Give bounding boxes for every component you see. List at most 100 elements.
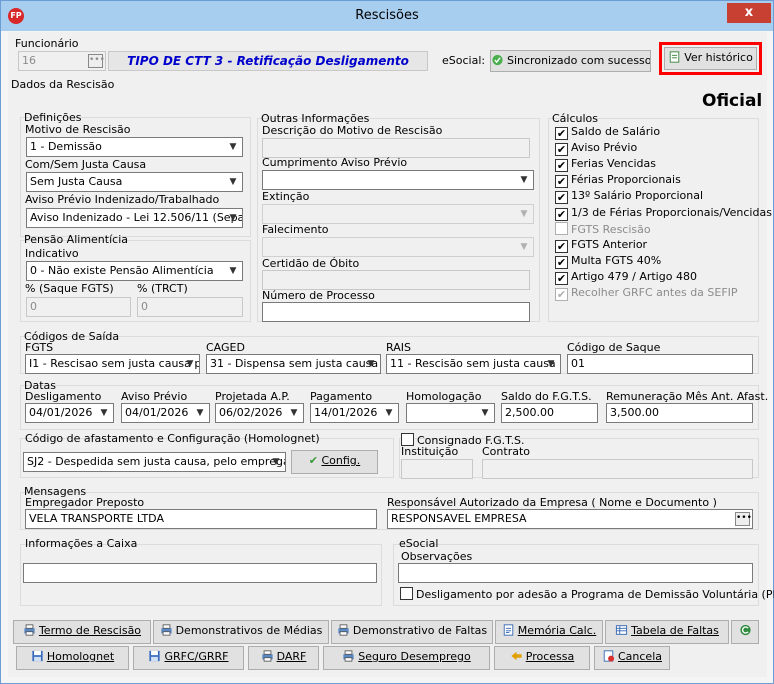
instituicao-label: Instituição — [401, 445, 459, 458]
checkbox-label: Ferias Vencidas — [571, 157, 657, 170]
chevron-down-icon: ▼ — [290, 408, 298, 418]
cumprimento-select[interactable]: ▼ — [262, 170, 534, 190]
motivo-value: 1 - Demissão — [30, 140, 102, 153]
justa-causa-select[interactable]: Sem Justa Causa ▼ — [26, 172, 243, 192]
seguro-desemprego-button[interactable]: Seguro Desemprego — [323, 646, 490, 670]
rais-value: 11 - Rescisão sem justa causa p — [390, 357, 561, 370]
indicativo-select[interactable]: 0 - Não existe Pensão Alimentícia ▼ — [26, 261, 243, 281]
fgts-code-select[interactable]: I1 - Rescisao sem justa causa pc ▼ — [25, 354, 200, 374]
refresh-button[interactable] — [731, 620, 759, 644]
homologacao-date-picker[interactable]: ▼ — [406, 403, 495, 423]
responsavel-lookup-button[interactable]: ••• — [735, 512, 752, 526]
pagamento-label: Pagamento — [310, 390, 373, 403]
memoria-calc-button[interactable]: Memória Calc. — [495, 620, 603, 644]
calc-multa-fgts-checkbox[interactable]: ✔ Multa FGTS 40% — [555, 254, 661, 269]
certidao-field[interactable] — [262, 270, 530, 290]
checkbox-box: ✔ — [555, 127, 568, 140]
aviso-label: Aviso Prévio Indenizado/Trabalhado — [25, 193, 220, 206]
saldo-fgts-field[interactable]: 2,500.00 — [501, 403, 598, 423]
motivo-label: Motivo de Rescisão — [25, 123, 131, 136]
title-bar[interactable]: FP Rescisões x — [1, 1, 773, 31]
calc-ferias-proporcionais-checkbox[interactable]: ✔ Férias Proporcionais — [555, 173, 681, 188]
termo-rescisao-text: Termo de Rescisão — [38, 624, 142, 637]
darf-button[interactable]: DARF — [248, 646, 319, 670]
config-button[interactable]: ✔ Config. — [291, 450, 378, 474]
calc-saldo-checkbox[interactable]: ✔ Saldo de Salário — [555, 125, 660, 140]
funcionario-lookup-button[interactable]: ••• — [88, 54, 105, 68]
desligamento-date-picker[interactable]: 04/01/2026 ▼ — [25, 403, 114, 423]
observacoes-field[interactable] — [398, 563, 753, 583]
descricao-field[interactable] — [262, 138, 530, 158]
calc-fgts-rescisao-checkbox[interactable]: FGTS Rescisão — [555, 222, 651, 237]
funcionario-field[interactable]: 16 ••• — [18, 51, 106, 71]
calc-fgts-anterior-checkbox[interactable]: ✔ FGTS Anterior — [555, 238, 647, 253]
falecimento-select[interactable]: ▼ — [262, 237, 534, 257]
homolognet-config-label: Código de afastamento e Configuração (Ho… — [25, 432, 320, 445]
pdv-checkbox[interactable]: Desligamento por adesão a Programa de De… — [400, 587, 774, 602]
trct-field[interactable]: 0 — [137, 297, 243, 317]
grfc-grrf-button[interactable]: GRFC/GRRF — [133, 646, 244, 670]
extincao-select[interactable]: ▼ — [262, 204, 534, 224]
codigo-afastamento-value: SJ2 - Despedida sem justa causa, pelo em… — [27, 455, 286, 468]
codigo-afastamento-select[interactable]: SJ2 - Despedida sem justa causa, pelo em… — [23, 452, 286, 472]
calc-aviso-checkbox[interactable]: ✔ Aviso Prévio — [555, 141, 637, 156]
codigo-saque-field[interactable]: 01 — [567, 354, 753, 374]
calc-ferias-vencidas-checkbox[interactable]: ✔ Ferias Vencidas — [555, 157, 656, 172]
aviso-select[interactable]: Aviso Indenizado - Lei 12.506/11 (Separ ▼ — [26, 208, 243, 228]
checkbox-label: Desligamento por adesão a Programa de De… — [416, 588, 774, 601]
refresh-icon — [739, 624, 751, 636]
chevron-down-icon: ▼ — [196, 408, 204, 418]
checkbox-label: Férias Proporcionais — [571, 173, 681, 186]
desligamento-label: Desligamento — [25, 390, 102, 403]
funcionario-value: 16 — [22, 54, 36, 67]
checkbox-box: ✔ — [555, 240, 568, 253]
chevron-down-icon: ▼ — [229, 213, 237, 223]
cancela-button[interactable]: Cancela — [594, 646, 670, 670]
remuneracao-field[interactable]: 3,500.00 — [606, 403, 753, 423]
projetada-date-picker[interactable]: 06/02/2026 ▼ — [215, 403, 304, 423]
dados-rescisao-label: Dados da Rescisão — [11, 78, 115, 91]
checkbox-label: Saldo de Salário — [571, 125, 661, 138]
processo-field[interactable] — [262, 302, 530, 322]
chevron-down-icon: ▼ — [520, 175, 528, 185]
demonstrativo-faltas-button[interactable]: Demonstrativo de Faltas — [331, 620, 493, 644]
calc-grfc-checkbox[interactable]: ✔ Recolher GRFC antes da SEFIP — [555, 286, 738, 301]
calculos-label: Cálculos — [552, 112, 599, 125]
homolognet-button[interactable]: Homolognet — [16, 646, 129, 670]
printer-icon — [343, 650, 354, 662]
ver-historico-button[interactable]: Ver histórico — [664, 47, 757, 70]
close-button[interactable]: x — [727, 3, 771, 23]
history-icon — [669, 51, 680, 63]
remuneracao-label: Remuneração Mês Ant. Afast. — [606, 390, 769, 403]
motivo-select[interactable]: 1 - Demissão ▼ — [26, 137, 243, 157]
sync-status-button[interactable]: Sincronizado com sucesso — [490, 50, 651, 72]
checkbox-box — [400, 587, 413, 600]
responsavel-value: RESPONSAVEL EMPRESA — [391, 512, 527, 525]
info-caixa-field[interactable] — [23, 563, 377, 583]
check-icon: ✔ — [308, 454, 318, 467]
checkbox-label: 1/3 de Férias Proporcionais/Vencidas — [571, 206, 772, 219]
demonstrativos-medias-button[interactable]: Demonstrativos de Médias — [153, 620, 329, 644]
checkbox-box: ✔ — [555, 175, 568, 188]
calc-um-terco-checkbox[interactable]: ✔ 1/3 de Férias Proporcionais/Vencidas — [555, 206, 772, 221]
sync-status-text: Sincronizado com sucesso — [507, 54, 651, 67]
pagamento-date-picker[interactable]: 14/01/2026 ▼ — [310, 403, 399, 423]
preposto-field[interactable]: VELA TRANSPORTE LTDA — [25, 509, 377, 529]
instituicao-field[interactable] — [401, 459, 473, 479]
checkbox-box: ✔ — [555, 143, 568, 156]
rais-select[interactable]: 11 - Rescisão sem justa causa p ▼ — [386, 354, 561, 374]
checkbox-label: FGTS Rescisão — [571, 223, 651, 236]
processo-label: Número de Processo — [262, 289, 375, 302]
termo-rescisao-button[interactable]: Termo de Rescisão — [13, 620, 151, 644]
justa-causa-label: Com/Sem Justa Causa — [25, 158, 147, 171]
tabela-faltas-button[interactable]: Tabela de Faltas — [605, 620, 729, 644]
calc-artigo-479-checkbox[interactable]: ✔ Artigo 479 / Artigo 480 — [555, 270, 697, 285]
save-icon — [32, 650, 43, 662]
caged-select[interactable]: 31 - Dispensa sem justa causa ▼ — [206, 354, 381, 374]
contrato-field[interactable] — [482, 459, 753, 479]
processa-button[interactable]: Processa — [494, 646, 590, 670]
aviso-previo-date-picker[interactable]: 04/01/2026 ▼ — [121, 403, 210, 423]
responsavel-field[interactable]: RESPONSAVEL EMPRESA ••• — [387, 509, 753, 529]
saque-fgts-field[interactable]: 0 — [26, 297, 131, 317]
calc-13-salario-checkbox[interactable]: ✔ 13º Salário Proporcional — [555, 189, 703, 204]
